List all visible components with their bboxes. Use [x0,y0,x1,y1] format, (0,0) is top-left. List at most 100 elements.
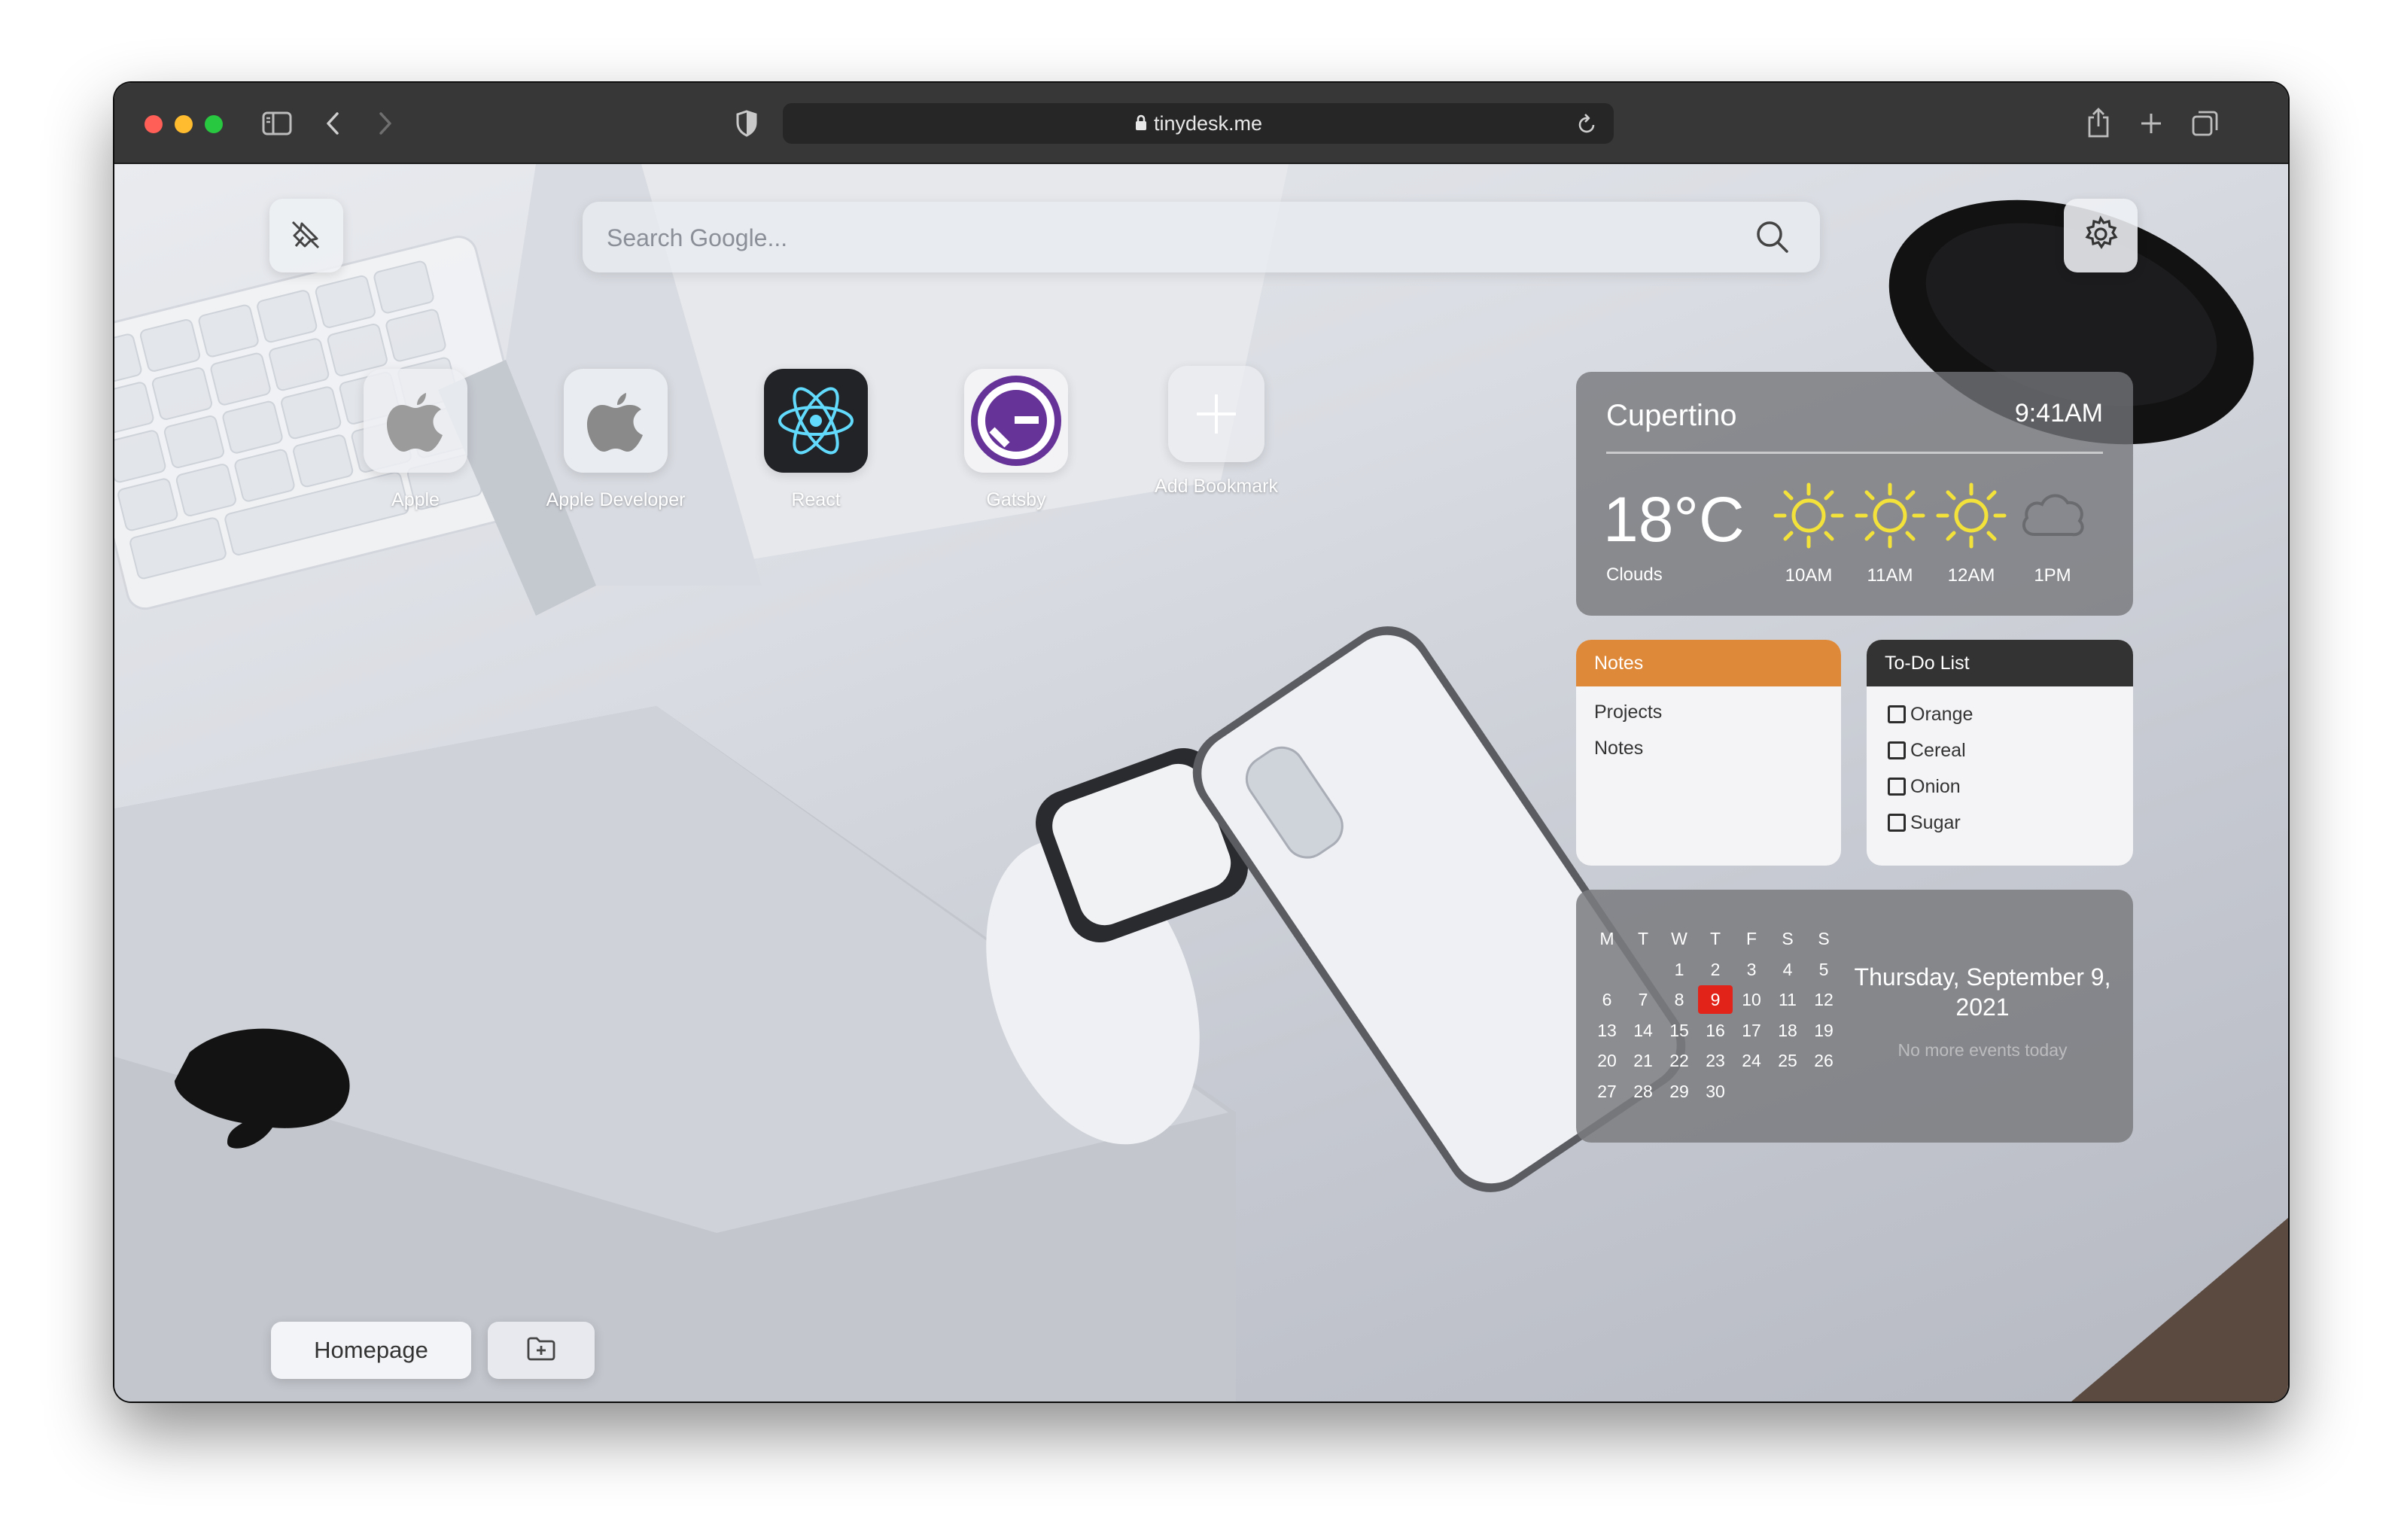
calendar-day[interactable]: 15 [1662,1016,1697,1045]
calendar-day[interactable]: 11 [1770,985,1805,1014]
calendar-day[interactable]: 7 [1626,985,1660,1014]
todo-checkbox[interactable] [1888,814,1906,832]
weather-widget[interactable]: Cupertino 9:41AM 18°C Clouds 10AM 11AM 1… [1576,372,2133,616]
calendar-day[interactable]: 8 [1662,985,1697,1014]
calendar-day[interactable]: 29 [1662,1077,1697,1106]
todo-item-label: Sugar [1910,811,1961,833]
calendar-day[interactable]: 27 [1590,1077,1624,1106]
bookmark-label: Apple Developer [546,489,686,510]
calendar-day[interactable]: 18 [1770,1016,1805,1045]
sun-icon [1773,482,1844,549]
sidebar-icon[interactable] [260,110,294,137]
notes-header: Notes [1576,640,1841,686]
todo-header: To-Do List [1867,640,2133,686]
forecast-hour-label: 1PM [2034,565,2071,586]
bookmark-gatsby[interactable]: Gatsby [933,369,1099,511]
forecast-hour-label: 10AM [1785,565,1833,586]
bookmark-react[interactable]: React [733,369,899,511]
sun-icon [1855,482,1925,549]
forecast-hour: 1PM [2011,482,2094,586]
sun-icon [1936,482,2007,549]
notes-widget: Notes Projects Notes [1576,640,1841,866]
calendar-day[interactable]: 10 [1734,985,1769,1014]
calendar-day[interactable]: 20 [1590,1046,1624,1075]
calendar-day[interactable]: 24 [1734,1046,1769,1075]
calendar-day[interactable]: 1 [1662,955,1697,984]
todo-item[interactable]: Sugar [1867,811,2133,834]
calendar-day[interactable]: 12 [1806,985,1841,1014]
bookmark-label: Add Bookmark [1155,476,1278,497]
calendar-day[interactable]: 23 [1698,1046,1733,1075]
calendar-day[interactable]: 22 [1662,1046,1697,1075]
chevron-left-icon[interactable] [319,110,346,137]
calendar-day[interactable]: 3 [1734,955,1769,984]
calendar-weekday: S [1782,929,1794,948]
minimize-window-button[interactable] [175,115,193,133]
bookmark-apple[interactable]: Apple [333,369,498,511]
notes-item[interactable]: Notes [1576,738,1841,759]
calendar-today[interactable]: 9 [1698,985,1733,1014]
todo-checkbox[interactable] [1888,741,1906,759]
add-bookmark-button[interactable]: Add Bookmark [1134,366,1299,498]
chevron-right-icon[interactable] [372,110,399,137]
todo-item[interactable]: Cereal [1867,739,2133,762]
calendar-weekday: T [1637,929,1649,948]
bookmark-label: Apple [391,489,440,510]
calendar-day[interactable]: 25 [1770,1046,1805,1075]
notes-item[interactable]: Projects [1576,702,1841,723]
search-bar [583,202,1820,272]
calendar-day[interactable]: 4 [1770,955,1805,984]
address-bar[interactable]: tinydesk.me [783,103,1614,144]
bookmark-apple-developer[interactable]: Apple Developer [533,369,698,511]
calendar-day[interactable]: 30 [1698,1077,1733,1106]
forecast-hour-label: 12AM [1947,565,1995,586]
calendar-date: Thursday, September 9, 2021 [1854,963,2111,1021]
search-icon[interactable] [1755,220,1790,258]
calendar-day[interactable]: 5 [1806,955,1841,984]
todo-checkbox[interactable] [1888,778,1906,796]
new-folder-button[interactable] [488,1322,595,1379]
settings-button[interactable] [2064,199,2138,272]
gatsby-icon [964,369,1068,473]
homepage-tab[interactable]: Homepage [271,1322,471,1379]
todo-item-label: Cereal [1910,739,1966,761]
tabs-overview-icon[interactable] [2190,108,2220,138]
calendar-day[interactable]: 17 [1734,1016,1769,1045]
bookmark-label: React [791,489,841,510]
calendar-weekday: S [1818,929,1830,948]
todo-item[interactable]: Orange [1867,703,2133,726]
calendar-day[interactable]: 21 [1626,1046,1660,1075]
plus-icon[interactable] [2138,110,2165,137]
apple-icon [564,369,668,473]
address-text-row: tinydesk.me [783,103,1614,144]
weather-time: 9:41AM [2014,399,2103,428]
folder-plus-icon [526,1336,556,1365]
todo-checkbox[interactable] [1888,705,1906,723]
calendar-weekday: W [1671,929,1687,948]
zoom-window-button[interactable] [205,115,223,133]
calendar-day[interactable]: 16 [1698,1016,1733,1045]
calendar-day[interactable]: 6 [1590,985,1624,1014]
close-window-button[interactable] [145,115,163,133]
todo-item[interactable]: Onion [1867,775,2133,798]
start-page: Apple Apple Developer React Gatsby Add B [114,164,2288,1402]
calendar-weekday: M [1599,929,1614,948]
todo-item-label: Onion [1910,775,1961,797]
calendar-day[interactable]: 2 [1698,955,1733,984]
calendar-day[interactable]: 19 [1806,1016,1841,1045]
share-icon[interactable] [2083,105,2114,140]
cloud-icon [2022,494,2084,537]
calendar-day[interactable]: 13 [1590,1016,1624,1045]
calendar-day[interactable]: 28 [1626,1077,1660,1106]
bookmark-label: Gatsby [986,489,1046,510]
shield-icon[interactable] [732,108,762,138]
calendar-day[interactable]: 14 [1626,1016,1660,1045]
calendar-day[interactable]: 26 [1806,1046,1841,1075]
lock-icon [1134,105,1148,145]
search-input[interactable] [605,217,1707,259]
todo-item-label: Orange [1910,703,1974,725]
todo-widget: To-Do List Orange Cereal Onion Sugar [1867,640,2133,866]
reload-icon[interactable] [1576,112,1599,135]
forecast-hour-label: 11AM [1867,565,1913,586]
pin-button[interactable] [269,199,343,272]
